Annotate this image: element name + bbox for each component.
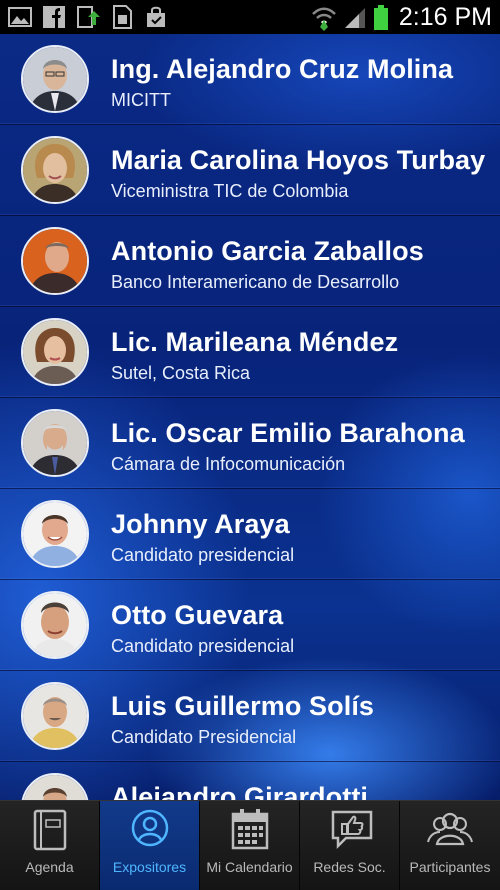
speaker-name: Luis Guillermo Solís [111, 691, 375, 721]
person-icon [131, 809, 169, 847]
speaker-role: Banco Interamericano de Desarrollo [111, 272, 400, 292]
avatar [21, 773, 89, 800]
avatar [21, 682, 89, 750]
speaker-role: Sutel, Costa Rica [111, 363, 251, 383]
shopping-bag-icon [147, 6, 165, 27]
speaker-name: Lic. Marileana Méndez [111, 327, 399, 357]
tab-agenda[interactable]: Agenda [0, 801, 100, 890]
gallery-icon [8, 7, 32, 27]
avatar [21, 409, 89, 477]
tab-label: Mi Calendario [206, 859, 293, 875]
list-item[interactable]: Ing. Alejandro Cruz Molina MICITT [0, 34, 500, 125]
bottom-tab-bar: Agenda Expositores Mi Calendario Redes S… [0, 800, 500, 890]
list-item[interactable]: Antonio Garcia Zaballos Banco Interameri… [0, 216, 500, 307]
speaker-name: Johnny Araya [111, 509, 290, 539]
avatar [21, 45, 89, 113]
book-icon [33, 809, 67, 851]
list-item[interactable]: Johnny Araya Candidato presidencial [0, 489, 500, 580]
avatar [21, 227, 89, 295]
speaker-role: Cámara de Infocomunicación [111, 454, 346, 474]
facebook-icon [43, 6, 65, 28]
tab-label: Agenda [25, 859, 74, 875]
speaker-role: Candidato Presidencial [111, 727, 297, 747]
calendar-icon [231, 809, 269, 850]
signal-icon [344, 7, 365, 28]
avatar [21, 318, 89, 386]
speaker-name: Lic. Oscar Emilio Barahona [111, 418, 465, 448]
list-item[interactable]: Lic. Marileana Méndez Sutel, Costa Rica [0, 307, 500, 398]
speaker-role: Candidato presidencial [111, 636, 295, 656]
avatar [21, 136, 89, 204]
speaker-role: Viceministra TIC de Colombia [111, 181, 349, 201]
wifi-icon [312, 7, 336, 31]
tab-label: Redes Soc. [313, 859, 386, 875]
speakers-list[interactable]: Ing. Alejandro Cruz Molina MICITT Maria … [0, 34, 500, 800]
list-item[interactable]: Luis Guillermo Solís Candidato Presidenc… [0, 671, 500, 762]
clock: 2:16 PM [398, 3, 492, 31]
tab-label: Participantes [409, 859, 491, 875]
tab-expositores[interactable]: Expositores [100, 801, 200, 890]
speaker-name: Maria Carolina Hoyos Turbay [111, 145, 486, 175]
status-bar: 2:16 PM [0, 0, 500, 34]
tab-participantes[interactable]: Participantes [400, 801, 500, 890]
list-item[interactable]: Otto Guevara Candidato presidencial [0, 580, 500, 671]
speaker-name: Alejandro Girardotti [111, 782, 369, 800]
speaker-role: MICITT [111, 90, 171, 110]
speaker-name: Ing. Alejandro Cruz Molina [111, 54, 454, 84]
list-item[interactable]: Lic. Oscar Emilio Barahona Cámara de Inf… [0, 398, 500, 489]
list-item[interactable]: Alejandro Girardotti [0, 762, 500, 800]
tab-label: Expositores [112, 859, 187, 875]
sim-card-icon [113, 5, 132, 29]
group-icon [427, 812, 473, 846]
thumbs-up-icon [331, 810, 373, 850]
tab-mi-calendario[interactable]: Mi Calendario [200, 801, 300, 890]
avatar [21, 500, 89, 568]
list-item[interactable]: Maria Carolina Hoyos Turbay Viceministra… [0, 125, 500, 216]
speaker-role: Candidato presidencial [111, 545, 295, 565]
avatar [21, 591, 89, 659]
speaker-name: Otto Guevara [111, 600, 284, 630]
tab-redes-soc[interactable]: Redes Soc. [300, 801, 400, 890]
speaker-name: Antonio Garcia Zaballos [111, 236, 424, 266]
battery-icon [373, 4, 388, 30]
update-icon [77, 6, 100, 28]
